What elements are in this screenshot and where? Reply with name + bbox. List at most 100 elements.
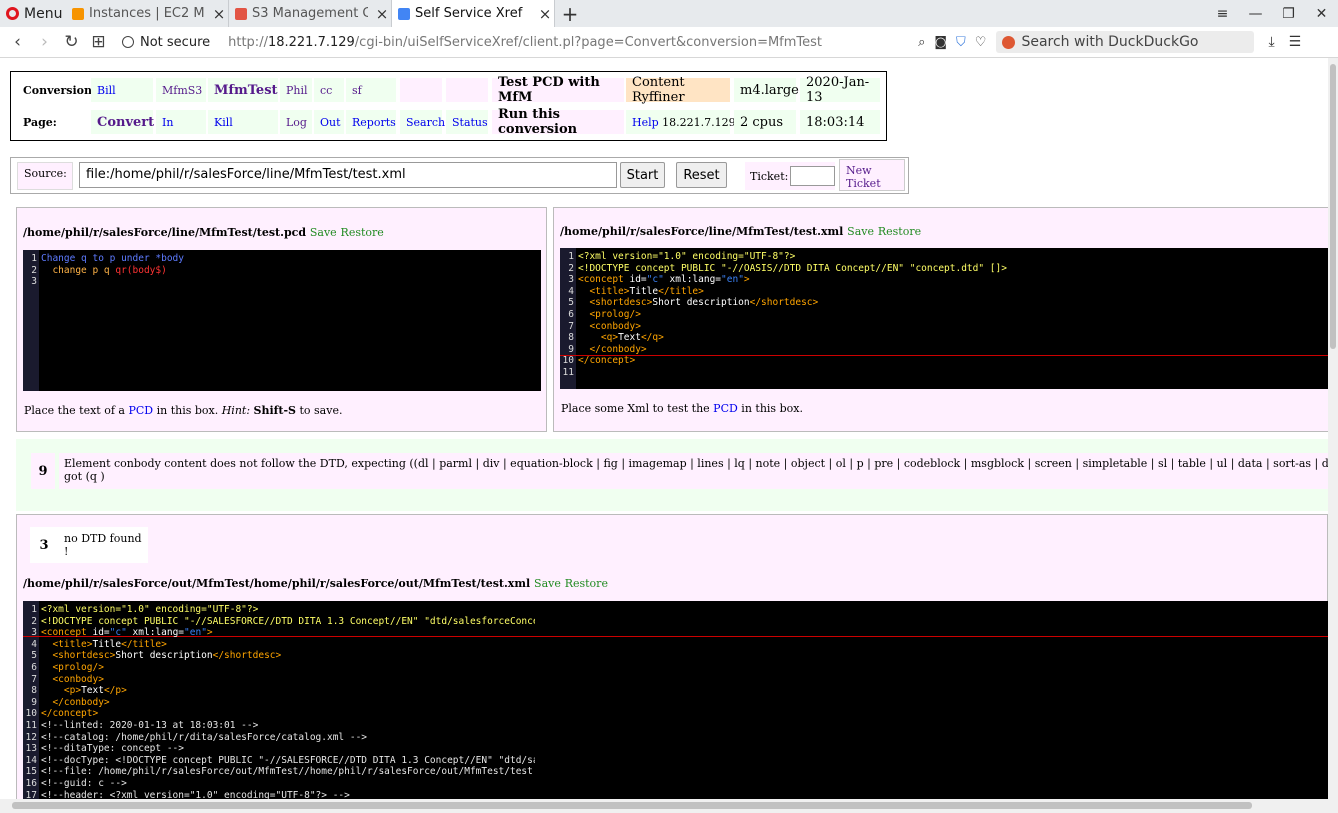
conversion-cell: MfmTest (208, 78, 278, 102)
conversion-link-cc[interactable]: cc (320, 84, 332, 97)
page-cell: In (156, 110, 206, 134)
tab-ec2[interactable]: Instances | EC2 Man × (66, 0, 229, 27)
opera-logo-icon (6, 7, 19, 20)
output-save-link[interactable]: Save (534, 577, 561, 590)
security-indicator[interactable]: Not secure (122, 35, 210, 50)
help-link[interactable]: Help (632, 116, 659, 129)
search-box[interactable]: Search with DuckDuckGo (996, 31, 1255, 53)
tab-menu-icon[interactable]: ≡ (1206, 6, 1239, 22)
conversion-link-phil[interactable]: Phil (286, 84, 308, 97)
cpus-cell: 2 cpus (734, 110, 796, 134)
xml-save-link[interactable]: Save (847, 225, 874, 238)
output-panel-title: /home/phil/r/salesForce/out/MfmTest/home… (23, 577, 608, 590)
empty-cell (446, 78, 488, 102)
page-link-search[interactable]: Search (406, 116, 445, 129)
page-link-kill[interactable]: Kill (214, 116, 233, 129)
url-path: /cgi-bin/uiSelfServiceXref/client.pl?pag… (354, 34, 823, 50)
aws-favicon-icon (235, 7, 247, 20)
search-placeholder: Search with DuckDuckGo (1021, 34, 1199, 50)
output-message: no DTD found ! (58, 527, 148, 563)
conversion-link-mfms3[interactable]: MfmS3 (162, 84, 202, 97)
pcd-restore-link[interactable]: Restore (341, 226, 384, 239)
horizontal-scrollbar[interactable] (0, 799, 1338, 813)
source-input[interactable]: file:/home/phil/r/salesForce/line/MfmTes… (79, 162, 617, 188)
maximize-icon[interactable]: ❐ (1272, 6, 1305, 22)
xml-file-path: /home/phil/r/salesForce/line/MfmTest/tes… (560, 225, 844, 238)
ticket-input[interactable] (790, 166, 835, 186)
pcd-hint-pre: Place the text of a (24, 404, 129, 417)
heart-icon[interactable]: ♡ (975, 35, 987, 50)
url-field[interactable]: http://18.221.7.129/cgi-bin/uiSelfServic… (228, 35, 918, 50)
pcd-doc-link[interactable]: PCD (128, 404, 153, 417)
error-number-value: 9 (38, 463, 48, 479)
page-link-log[interactable]: Log (286, 116, 307, 129)
close-window-icon[interactable]: ✕ (1305, 6, 1338, 22)
forward-icon[interactable]: › (31, 32, 58, 52)
scrollbar-thumb[interactable] (12, 802, 1252, 809)
error-line-1: Element conbody content does not follow … (64, 457, 1328, 470)
pcd-hint-post: to save. (296, 404, 343, 417)
page-link-status[interactable]: Status (452, 116, 488, 129)
minimize-icon[interactable]: — (1239, 6, 1272, 22)
xml-hint: Place some Xml to test the PCD in this b… (561, 402, 803, 415)
page-cell: Status (446, 110, 488, 134)
conversion-cell: Bill (91, 78, 153, 102)
conversion-cell: sf (346, 78, 396, 102)
conversion-cell: MfmS3 (156, 78, 206, 102)
error-bar: 9 Element conbody content does not follo… (16, 439, 1328, 511)
line-numbers: 1 2 3 4 5 6 7 8 9 10 11 12 13 14 15 16 17 (23, 601, 39, 799)
conversion-link-sf[interactable]: sf (352, 84, 362, 97)
date-cell: 2020-Jan-13 (800, 75, 880, 105)
time-value: 18:03:14 (806, 114, 865, 130)
xml-restore-link[interactable]: Restore (878, 225, 921, 238)
conversion-link-bill[interactable]: Bill (97, 84, 116, 97)
browser-menu-button[interactable]: Menu (0, 0, 66, 27)
start-label: Start (626, 167, 659, 183)
page-link-reports[interactable]: Reports (352, 116, 396, 129)
conversion-link-mfmtest[interactable]: MfmTest (214, 83, 278, 98)
new-ticket-link[interactable]: New Ticket (846, 164, 881, 190)
tab-s3[interactable]: S3 Management Con × (229, 0, 392, 27)
reset-button[interactable]: Reset (676, 162, 727, 188)
close-tab-icon[interactable]: × (210, 5, 228, 23)
pcd-save-link[interactable]: Save (310, 226, 337, 239)
speed-dial-icon[interactable]: ⊞ (85, 32, 112, 52)
close-tab-icon[interactable]: × (536, 5, 554, 23)
download-icon[interactable]: ⤓ (1268, 34, 1274, 50)
no-dtd-message: no DTD found ! (64, 532, 142, 558)
close-tab-icon[interactable]: × (373, 5, 391, 23)
shield-icon[interactable]: ⛉ (956, 35, 966, 50)
page-link-in[interactable]: In (162, 116, 173, 129)
test-title-cell: Test PCD with MfM (492, 75, 624, 105)
output-restore-link[interactable]: Restore (565, 577, 608, 590)
back-icon[interactable]: ‹ (4, 32, 31, 52)
xml-pcd-link[interactable]: PCD (713, 402, 738, 415)
output-editor[interactable]: 1 2 3 4 5 6 7 8 9 10 11 12 13 14 15 16 17 <?xml version=… (23, 601, 1328, 799)
conversion-table: Conversion: Bill MfmS3 MfmTest Phil cc s… (10, 71, 887, 141)
camera-icon[interactable]: ◙ (934, 35, 947, 50)
tab-title: Self Service Xref (415, 6, 523, 21)
page-cell: Search (400, 110, 445, 134)
error-number: 9 (31, 453, 55, 489)
run-cell: Run this conversion (492, 107, 624, 137)
new-ticket-cell: New Ticket (839, 159, 905, 191)
page-link-out[interactable]: Out (320, 116, 341, 129)
xml-panel-title: /home/phil/r/salesForce/line/MfmTest/tes… (560, 225, 921, 238)
source-form: Source: file:/home/phil/r/salesForce/lin… (10, 157, 909, 194)
vertical-scrollbar[interactable] (1328, 58, 1338, 799)
xml-editor[interactable]: 1 2 3 4 5 6 7 8 9 10 11 <?xml version="1.0" encodi… (560, 248, 1328, 389)
reload-icon[interactable]: ↻ (58, 32, 85, 52)
scrollbar-thumb[interactable] (1330, 64, 1336, 349)
date-value: 2020-Jan-13 (806, 75, 870, 105)
pcd-editor[interactable]: 123 Change q to p under *body change p q… (23, 250, 541, 391)
search-icon[interactable]: ⌕ (918, 35, 925, 50)
menu-label: Menu (24, 5, 63, 22)
new-tab-button[interactable]: + (555, 2, 585, 26)
test-title: Test PCD with MfM (498, 75, 600, 105)
page-link-convert[interactable]: Convert (97, 115, 154, 130)
xml-hint-post: in this box. (737, 402, 803, 415)
error-line-2: got (q ) (64, 470, 105, 483)
easy-setup-icon[interactable]: ☰ (1289, 34, 1302, 50)
tab-self-service-xref[interactable]: Self Service Xref × (392, 0, 555, 27)
start-button[interactable]: Start (620, 162, 665, 188)
